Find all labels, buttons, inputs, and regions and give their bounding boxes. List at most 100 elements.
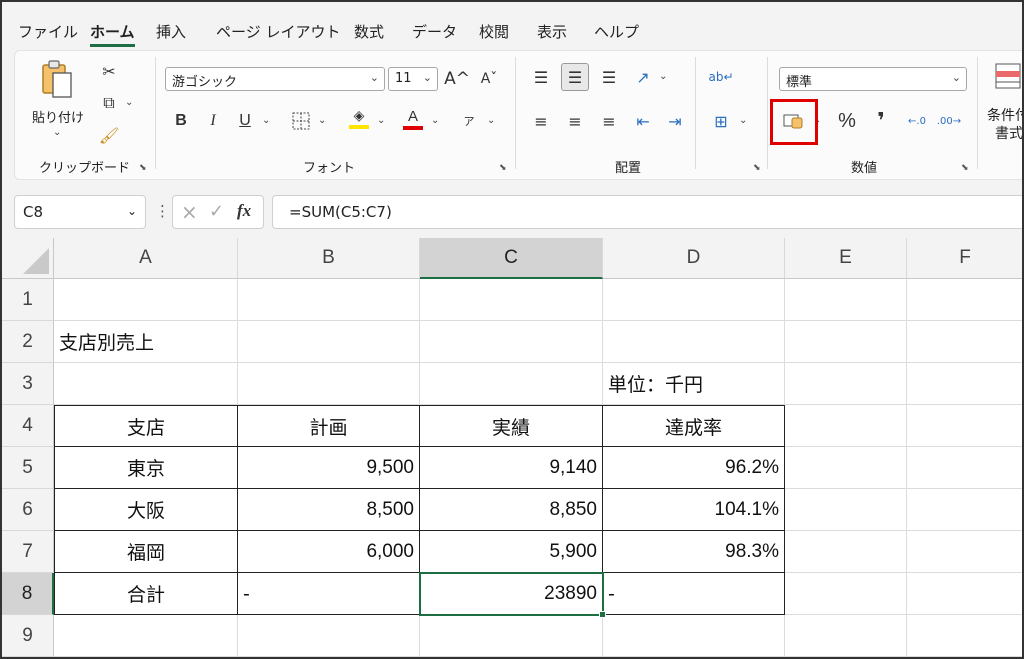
- cell-f5[interactable]: [907, 447, 1022, 489]
- row-header-7[interactable]: 7: [2, 531, 54, 573]
- number-launcher-icon[interactable]: ⬊: [961, 163, 969, 173]
- underline-dropdown-icon[interactable]: ⌄: [262, 115, 270, 126]
- wrap-text-icon[interactable]: ab↵: [707, 63, 735, 91]
- increase-indent-icon[interactable]: ⇥: [661, 107, 689, 135]
- row-header-1[interactable]: 1: [2, 279, 54, 321]
- increase-decimal-icon[interactable]: ←.0: [903, 107, 931, 135]
- select-all-corner[interactable]: [2, 238, 54, 279]
- border-dropdown-icon[interactable]: ⌄: [318, 115, 326, 126]
- table-cell-rate[interactable]: 98.3%: [603, 531, 785, 573]
- underline-icon[interactable]: U: [231, 107, 259, 135]
- orientation-dropdown-icon[interactable]: ⌄: [659, 71, 667, 82]
- table-header-branch[interactable]: 支店: [54, 405, 238, 447]
- cell-d9[interactable]: [603, 615, 785, 657]
- row-header-9[interactable]: 9: [2, 615, 54, 657]
- table-cell-branch[interactable]: 大阪: [54, 489, 238, 531]
- decrease-decimal-icon[interactable]: .00→: [935, 107, 963, 135]
- column-header-d[interactable]: D: [603, 238, 785, 279]
- font-name-combo[interactable]: 游ゴシック ⌄: [165, 67, 385, 91]
- cell-c2[interactable]: [420, 321, 603, 363]
- cell-a1[interactable]: [54, 279, 238, 321]
- row-header-6[interactable]: 6: [2, 489, 54, 531]
- shrink-font-icon[interactable]: Aˇ: [475, 65, 503, 93]
- cell-e7[interactable]: [785, 531, 907, 573]
- row-header-8[interactable]: 8: [2, 573, 54, 615]
- cell-d1[interactable]: [603, 279, 785, 321]
- table-cell-rate[interactable]: 104.1%: [603, 489, 785, 531]
- table-cell-actual[interactable]: 9,140: [420, 447, 603, 489]
- table-cell-actual[interactable]: 8,850: [420, 489, 603, 531]
- table-cell-branch[interactable]: 東京: [54, 447, 238, 489]
- fill-color-dropdown-icon[interactable]: ⌄: [377, 115, 385, 126]
- cell-e6[interactable]: [785, 489, 907, 531]
- italic-icon[interactable]: I: [199, 107, 227, 135]
- table-header-plan[interactable]: 計画: [238, 405, 420, 447]
- cell-e1[interactable]: [785, 279, 907, 321]
- font-color-icon[interactable]: A: [399, 105, 427, 133]
- font-color-dropdown-icon[interactable]: ⌄: [431, 115, 439, 126]
- cell-d2[interactable]: [603, 321, 785, 363]
- cell-d3-unit[interactable]: 単位：千円: [603, 363, 785, 405]
- cell-b3[interactable]: [238, 363, 420, 405]
- fill-color-icon[interactable]: ◈: [345, 105, 373, 133]
- row-header-4[interactable]: 4: [2, 405, 54, 447]
- table-header-actual[interactable]: 実績: [420, 405, 603, 447]
- tab-review[interactable]: 校閲: [479, 21, 509, 42]
- cell-c3[interactable]: [420, 363, 603, 405]
- row-header-2[interactable]: 2: [2, 321, 54, 363]
- more-options-icon[interactable]: ⋮: [155, 202, 170, 220]
- table-cell-plan[interactable]: 6,000: [238, 531, 420, 573]
- total-label-cell[interactable]: 合計: [54, 573, 238, 615]
- merge-center-icon[interactable]: ⊞: [707, 107, 735, 135]
- column-header-c[interactable]: C: [420, 238, 603, 279]
- tab-home[interactable]: ホーム: [90, 21, 135, 47]
- chevron-down-icon[interactable]: ⌄: [127, 204, 137, 218]
- alignment-launcher-icon[interactable]: ⬊: [753, 163, 761, 173]
- cell-f2[interactable]: [907, 321, 1022, 363]
- cell-f6[interactable]: [907, 489, 1022, 531]
- cell-f1[interactable]: [907, 279, 1022, 321]
- align-left-icon[interactable]: ≡: [527, 107, 555, 135]
- table-cell-plan[interactable]: 9,500: [238, 447, 420, 489]
- row-header-3[interactable]: 3: [2, 363, 54, 405]
- tab-insert[interactable]: 挿入: [156, 21, 186, 42]
- cell-b9[interactable]: [238, 615, 420, 657]
- cell-b1[interactable]: [238, 279, 420, 321]
- cell-f4[interactable]: [907, 405, 1022, 447]
- cell-f8[interactable]: [907, 573, 1022, 615]
- column-header-a[interactable]: A: [54, 238, 238, 279]
- paste-dropdown-icon[interactable]: ⌄: [53, 127, 61, 138]
- percent-style-icon[interactable]: %: [833, 107, 861, 135]
- copy-icon[interactable]: ⧉: [95, 89, 123, 117]
- column-header-b[interactable]: B: [238, 238, 420, 279]
- enter-icon[interactable]: ✓: [209, 201, 224, 222]
- cell-c1[interactable]: [420, 279, 603, 321]
- tab-view[interactable]: 表示: [537, 21, 567, 42]
- cell-e5[interactable]: [785, 447, 907, 489]
- name-box[interactable]: C8 ⌄: [14, 195, 146, 229]
- cut-icon[interactable]: ✂: [95, 57, 123, 85]
- format-painter-icon[interactable]: 🖌: [95, 121, 123, 149]
- cell-a2-title[interactable]: 支店別売上: [54, 321, 238, 363]
- conditional-formatting-label[interactable]: 条件付: [987, 105, 1022, 125]
- paste-icon[interactable]: [37, 59, 77, 99]
- number-format-combo[interactable]: 標準 ⌄: [779, 67, 967, 91]
- tab-formulas[interactable]: 数式: [354, 21, 384, 42]
- total-plan-cell[interactable]: -: [238, 573, 420, 615]
- border-icon[interactable]: [287, 107, 315, 135]
- table-cell-actual[interactable]: 5,900: [420, 531, 603, 573]
- tab-file[interactable]: ファイル: [18, 21, 78, 42]
- formula-input[interactable]: =SUM(C5:C7): [272, 195, 1022, 229]
- tab-page-layout[interactable]: ページ レイアウト: [216, 21, 340, 42]
- align-middle-icon[interactable]: ☰: [561, 63, 589, 91]
- table-header-rate[interactable]: 達成率: [603, 405, 785, 447]
- table-cell-rate[interactable]: 96.2%: [603, 447, 785, 489]
- total-rate-cell[interactable]: -: [603, 573, 785, 615]
- clipboard-launcher-icon[interactable]: ⬊: [139, 163, 147, 173]
- conditional-formatting-label-2[interactable]: 書式: [995, 123, 1022, 143]
- fill-handle[interactable]: [599, 611, 606, 618]
- column-header-f[interactable]: F: [907, 238, 1022, 279]
- tab-data[interactable]: データ: [412, 21, 457, 42]
- conditional-formatting-icon[interactable]: [993, 61, 1022, 91]
- phonetic-dropdown-icon[interactable]: ⌄: [487, 115, 495, 126]
